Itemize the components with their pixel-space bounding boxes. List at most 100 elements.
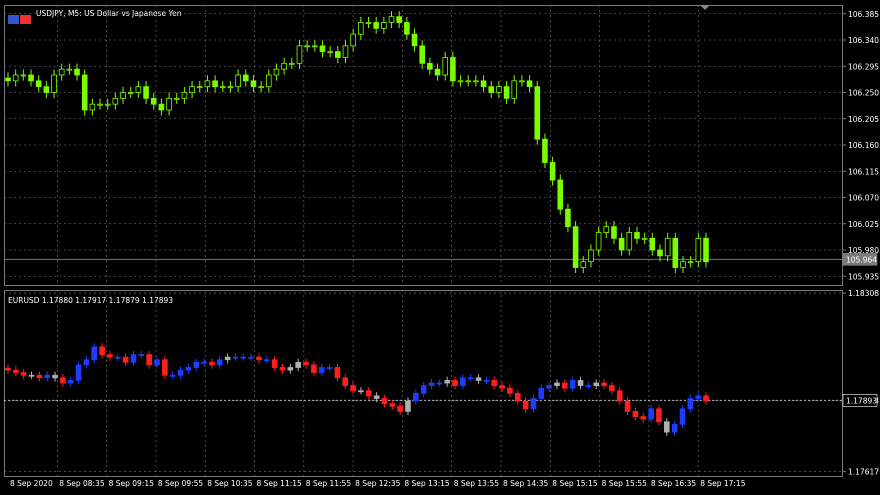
candle-body — [150, 97, 157, 105]
candle-body — [373, 395, 380, 399]
candle-body — [13, 369, 19, 374]
candle-body — [569, 380, 576, 389]
candle-body — [624, 400, 631, 412]
candle-body — [120, 92, 126, 99]
candle-body — [5, 367, 11, 371]
current-price-label: 105.964 — [846, 255, 877, 264]
candle-body — [405, 400, 411, 412]
candle-body — [219, 86, 226, 89]
candle-body — [242, 74, 249, 82]
candle-body — [467, 377, 474, 380]
candle-body — [173, 97, 180, 100]
candle-body — [81, 74, 88, 111]
candle-body — [289, 62, 295, 65]
x-tick-label: 8 Sep 13:15 — [404, 479, 450, 488]
candle-body — [212, 80, 218, 88]
candle-body — [577, 380, 584, 386]
candle-body — [436, 382, 443, 385]
candle-body — [427, 62, 433, 70]
chart-area[interactable]: 8 Sep 2020 8 Sep 08:35 8 Sep 09:15 8 Sep 09… — [0, 0, 880, 495]
candle-body — [557, 179, 564, 210]
candle-body — [177, 369, 184, 376]
x-tick-label: 8 Sep 2020 — [10, 479, 53, 488]
candle-body — [130, 354, 137, 363]
candle-body — [181, 92, 188, 99]
candle-body — [326, 367, 333, 369]
x-tick-label: 8 Sep 11:15 — [257, 479, 303, 488]
candle-body — [273, 68, 280, 76]
candle-body — [312, 45, 318, 48]
candle-body — [585, 385, 592, 387]
candle-body — [193, 361, 200, 368]
candle-body — [350, 385, 356, 392]
candle-body — [609, 385, 615, 392]
x-tick-label: 8 Sep 16:35 — [651, 479, 697, 488]
candle-body — [74, 68, 80, 76]
candle-body — [296, 45, 303, 64]
candle-body — [507, 387, 513, 394]
x-tick-label: 8 Sep 14:35 — [503, 479, 549, 488]
y-tick-label: 106.115 — [848, 167, 879, 176]
candle-body — [649, 237, 656, 251]
candle-body — [99, 346, 105, 355]
candle-body — [656, 408, 662, 423]
candle-body — [166, 97, 172, 111]
candle-body — [318, 367, 325, 374]
candle-body — [365, 390, 372, 397]
candle-body — [358, 22, 364, 35]
candle-body — [154, 359, 160, 366]
candle-body — [634, 232, 640, 239]
candle-body — [35, 80, 42, 88]
candle-body — [232, 356, 239, 359]
candle-body — [51, 74, 57, 93]
candle-body — [475, 377, 482, 381]
x-tick-label: 8 Sep 09:15 — [109, 479, 155, 488]
candle-body — [185, 367, 192, 371]
candle-body — [640, 416, 647, 420]
candle-body — [350, 33, 356, 47]
candle-body — [703, 395, 709, 402]
candle-body — [162, 359, 168, 376]
candle-body — [122, 356, 129, 363]
candle-body — [227, 86, 234, 89]
candle-body — [303, 361, 309, 366]
candle-body — [534, 86, 541, 140]
candle-body — [334, 367, 341, 379]
current-price-label: 1.17893 — [846, 396, 877, 405]
candle-body — [189, 86, 195, 93]
candle-body — [271, 359, 278, 368]
candle-body — [235, 74, 241, 88]
candle-body — [388, 16, 395, 23]
candle-body — [20, 372, 27, 376]
candle-body — [460, 377, 466, 386]
candle-body — [680, 261, 686, 268]
candle-body — [483, 380, 490, 382]
candle-body — [687, 261, 694, 264]
candle-body — [480, 80, 487, 88]
candle-body — [530, 398, 537, 410]
candle-body — [522, 400, 529, 410]
candle-body — [358, 390, 364, 393]
y-tick-label: 106.340 — [848, 36, 879, 45]
candle-body — [135, 86, 142, 93]
candle-body — [36, 374, 43, 379]
candle-body — [664, 237, 671, 257]
candle-body — [138, 354, 145, 356]
candle-body — [279, 367, 286, 371]
candle-body — [304, 45, 310, 48]
candle-body — [381, 398, 388, 405]
candle-body — [538, 387, 545, 399]
candle-body — [611, 226, 617, 239]
candle-body — [44, 374, 51, 379]
candle-body — [196, 86, 203, 89]
candle-body — [127, 92, 134, 94]
candle-body — [593, 382, 600, 386]
candle-body — [601, 382, 607, 386]
y-tick-label: 105.935 — [848, 272, 879, 281]
x-tick-label: 8 Sep 12:35 — [355, 479, 401, 488]
candle-body — [618, 237, 625, 251]
y-tick-label: 1.17617 — [848, 468, 879, 477]
candle-body — [114, 356, 121, 359]
candle-body — [396, 16, 402, 23]
candle-body — [450, 57, 456, 82]
